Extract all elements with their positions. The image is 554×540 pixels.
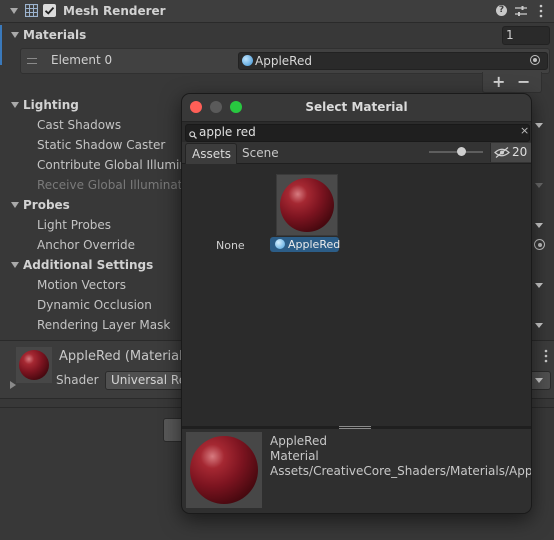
contribute-gi-label: Contribute Global Illumina (37, 158, 195, 172)
material-element-row[interactable]: Element 0 AppleRed (20, 48, 550, 74)
asset-label: AppleRed (288, 238, 341, 251)
expand-arrow[interactable] (10, 381, 16, 389)
materials-label: Materials (23, 28, 87, 42)
add-button[interactable]: + (492, 72, 505, 91)
material-object-field[interactable]: AppleRed (238, 52, 548, 70)
material-field-value: AppleRed (255, 54, 312, 68)
search-field[interactable]: apple red × (185, 124, 530, 142)
tab-assets[interactable]: Assets (185, 143, 237, 164)
more-icon[interactable] (539, 4, 543, 18)
add-remove-bar: + − (482, 72, 542, 93)
asset-label-selected: AppleRed (270, 237, 341, 252)
clear-icon[interactable]: × (520, 124, 529, 137)
light-probes-dropdown-arrow[interactable] (535, 223, 543, 228)
size-slider[interactable] (429, 147, 483, 156)
material-preview-name: AppleRed (Material) (59, 349, 188, 364)
asset-item-applered[interactable]: AppleRed (268, 174, 344, 254)
size-slider-handle[interactable] (457, 147, 466, 156)
lighting-label: Lighting (23, 98, 79, 112)
presets-icon[interactable] (515, 5, 527, 17)
material-thumbnail (16, 347, 52, 383)
materials-count: 1 (506, 28, 514, 42)
motion-vectors-dropdown-arrow[interactable] (535, 283, 543, 288)
anchor-picker-icon[interactable] (534, 239, 545, 250)
probes-label: Probes (23, 198, 70, 212)
motion-vectors-label: Motion Vectors (37, 278, 126, 292)
foldout-arrow[interactable] (11, 32, 19, 38)
mesh-icon (24, 3, 39, 18)
foldout-arrow[interactable] (11, 102, 19, 108)
detail-path: Assets/CreativeCore_Shaders/Materials/Ap… (270, 464, 531, 478)
shader-label: Shader (56, 373, 99, 387)
select-material-window: Select Material apple red × Assets Scene… (181, 93, 532, 514)
detail-preview: AppleRed Material Assets/CreativeCore_Sh… (182, 429, 531, 513)
receive-gi-label: Receive Global Illuminatio (37, 178, 194, 192)
enabled-checkbox[interactable] (43, 4, 56, 17)
preview-more-icon[interactable] (544, 349, 548, 363)
remove-button[interactable]: − (517, 72, 530, 91)
foldout-arrow[interactable] (11, 202, 19, 208)
foldout-arrow[interactable] (10, 8, 18, 14)
component-title: Mesh Renderer (63, 4, 166, 18)
help-icon[interactable]: ? (496, 5, 507, 16)
materials-row[interactable]: Materials 1 (0, 24, 554, 46)
element-label: Element 0 (51, 53, 113, 67)
foldout-arrow[interactable] (11, 262, 19, 268)
detail-type: Material (270, 449, 319, 463)
drag-handle-icon[interactable] (27, 58, 37, 64)
window-titlebar[interactable]: Select Material (182, 94, 531, 122)
anchor-override-label: Anchor Override (37, 238, 136, 252)
material-icon (275, 239, 285, 249)
visibility-count: 20 (512, 145, 528, 159)
cast-shadows-dropdown-arrow[interactable] (535, 123, 543, 128)
window-title: Select Material (305, 100, 408, 114)
search-value: apple red (199, 125, 256, 139)
tab-scene[interactable]: Scene (236, 143, 286, 163)
asset-grid: None AppleRed (182, 164, 531, 426)
asset-thumbnail (276, 174, 338, 236)
shader-value: Universal Re (111, 373, 187, 387)
tab-bar: Assets Scene 20 (182, 142, 531, 164)
receive-gi-dropdown-arrow[interactable] (535, 183, 543, 188)
rendering-layer-mask-label: Rendering Layer Mask (37, 318, 171, 332)
additional-settings-label: Additional Settings (23, 258, 154, 272)
shader-dropdown-arrow (535, 378, 543, 383)
cast-shadows-label: Cast Shadows (37, 118, 122, 132)
dynamic-occlusion-label: Dynamic Occlusion (37, 298, 152, 312)
eye-slash-icon (494, 147, 510, 158)
tab-scene-label: Scene (242, 146, 279, 160)
light-probes-label: Light Probes (37, 218, 112, 232)
detail-name: AppleRed (270, 434, 327, 448)
none-option[interactable]: None (216, 239, 245, 252)
static-shadow-caster-label: Static Shadow Caster (37, 138, 166, 152)
detail-thumbnail (186, 432, 262, 508)
object-picker-icon[interactable] (530, 55, 540, 65)
materials-count-field[interactable]: 1 (502, 26, 550, 45)
component-header[interactable]: Mesh Renderer ? (0, 0, 554, 23)
material-icon (242, 55, 253, 66)
tab-assets-label: Assets (192, 147, 232, 161)
visibility-toggle[interactable]: 20 (490, 143, 531, 162)
rendering-layer-mask-dropdown-arrow[interactable] (535, 323, 543, 328)
search-icon (189, 128, 197, 139)
